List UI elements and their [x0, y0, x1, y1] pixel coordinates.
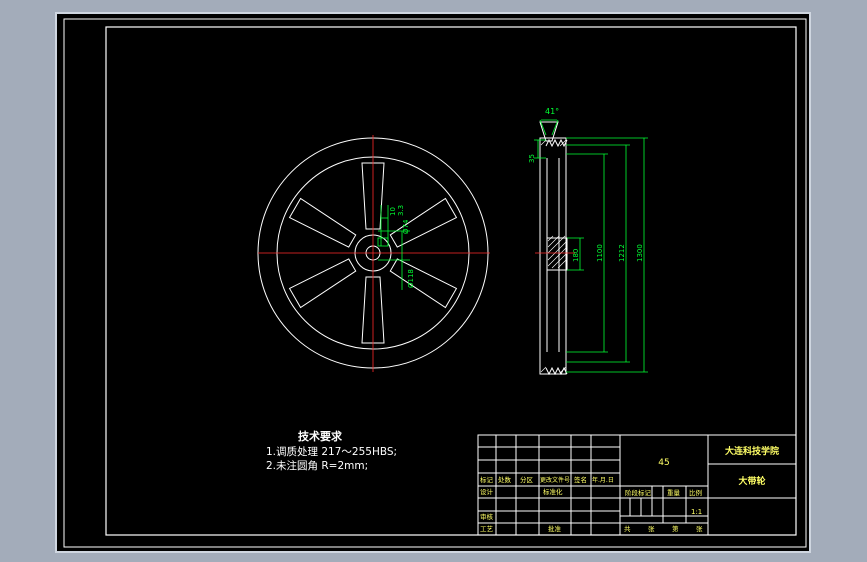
keyway-width-label: 10 — [389, 207, 397, 216]
review-label: 审核 — [480, 512, 494, 521]
stage-mark-label: 阶段标记 — [625, 488, 652, 497]
header-mark: 标记 — [480, 475, 494, 484]
sheet-total-unit: 张 — [648, 524, 655, 533]
groove-angle-label: 41° — [545, 107, 559, 116]
sheet-total-prefix: 共 — [624, 524, 631, 533]
bore-dimension-label: Ø74 — [402, 219, 410, 234]
outer-diameter-label: 1300 — [636, 244, 644, 262]
scale-value: 1:1 — [691, 508, 702, 516]
weight-label: 重量 — [667, 489, 681, 497]
header-zone: 分区 — [520, 475, 534, 484]
approve-label: 批准 — [548, 524, 562, 533]
standardize-label: 标准化 — [543, 487, 563, 496]
material-value: 45 — [658, 458, 669, 468]
tech-req-line-1: 1.调质处理 217～255HBS; — [266, 446, 397, 458]
sheet-number-unit: 张 — [696, 524, 703, 533]
cad-drawing: 10 3.3 Ø74 Ø118 41° 35 180 1100 1212 130… — [55, 12, 811, 553]
process-label: 工艺 — [480, 525, 494, 533]
designer-label: 设计 — [480, 487, 494, 496]
drawing-sheet — [55, 12, 811, 553]
hub-dimension-label: Ø118 — [407, 269, 415, 288]
tech-req-line-2: 2.未注圆角 R=2mm; — [266, 459, 368, 472]
sheet-number-prefix: 第 — [672, 524, 679, 533]
header-count: 处数 — [498, 475, 512, 484]
header-date: 年.月.日 — [592, 476, 614, 484]
inner-rim-diameter-label: 1100 — [596, 244, 604, 262]
header-signature: 签名 — [574, 475, 587, 484]
ratio-label: 比例 — [689, 488, 702, 497]
groove-diameter-label: 1212 — [618, 244, 626, 262]
rim-width-label: 35 — [528, 154, 536, 163]
keyway-depth-label: 3.3 — [397, 205, 405, 216]
school-name: 大连科技学院 — [725, 445, 779, 457]
part-name: 大带轮 — [738, 475, 765, 487]
header-change-doc: 更改文件号 — [540, 476, 570, 484]
tech-req-title: 技术要求 — [298, 429, 343, 443]
hub-diameter-label: 180 — [572, 249, 580, 262]
